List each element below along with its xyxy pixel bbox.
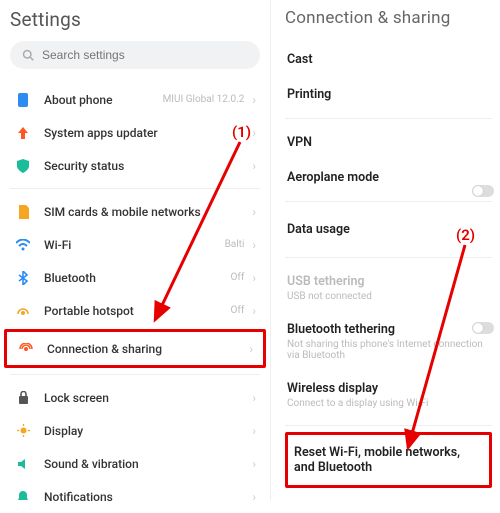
- annotation-arrows: [0, 0, 500, 500]
